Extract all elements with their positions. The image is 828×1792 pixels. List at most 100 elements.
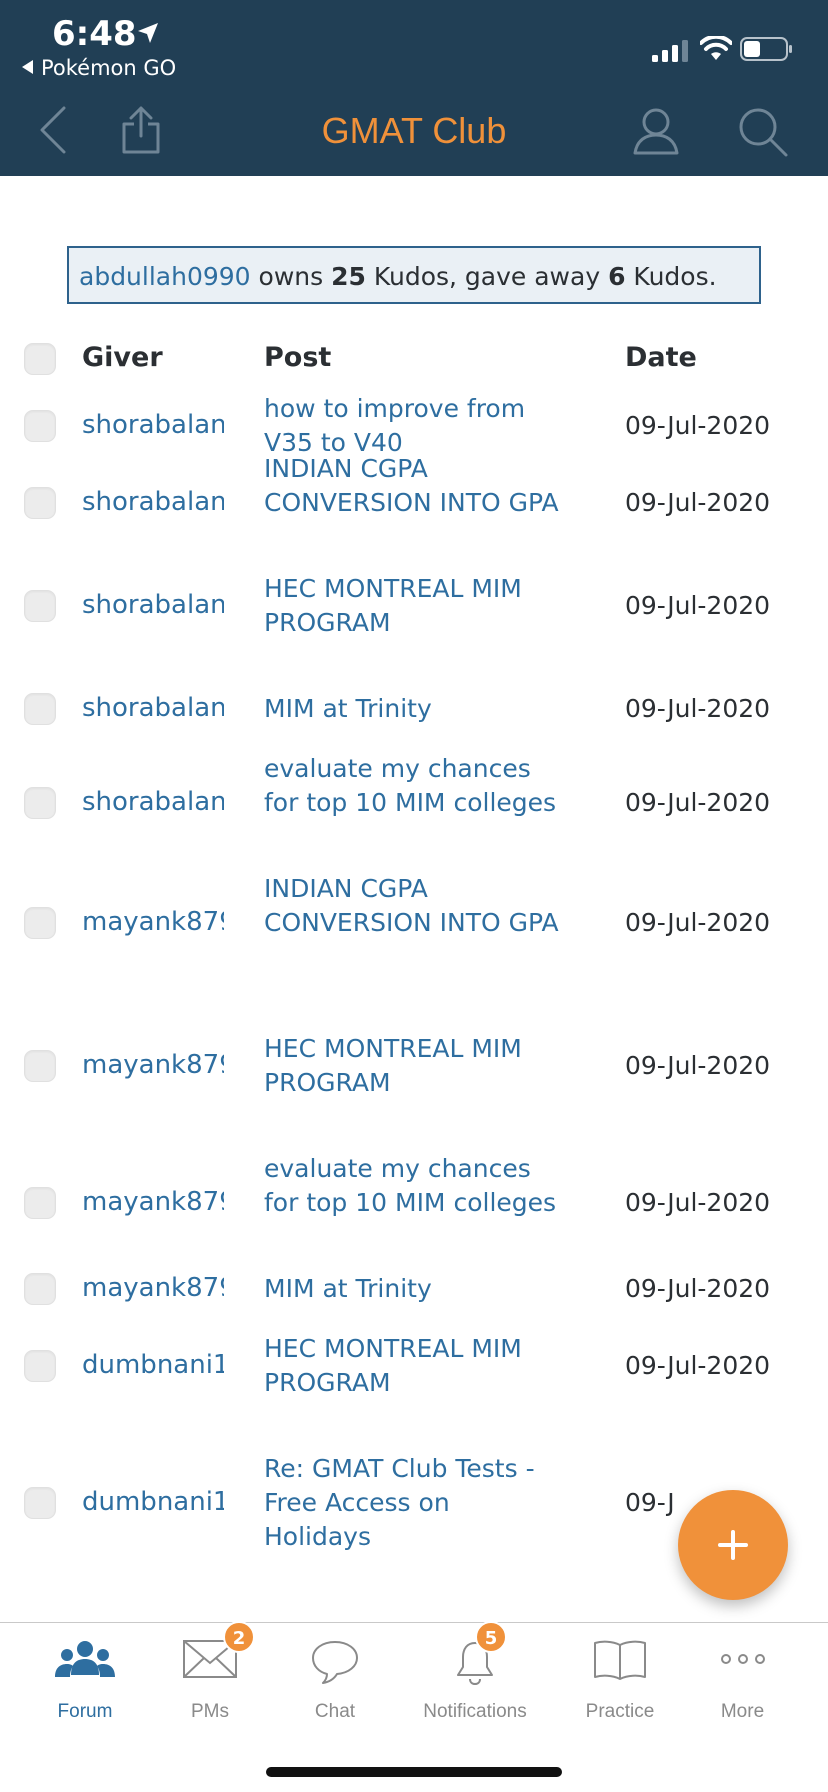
share-icon[interactable] [120,104,162,156]
tab-notifications[interactable]: 5 Notifications [405,1621,545,1743]
table-row[interactable]: shorabalan INDIAN CGPA CONVERSION INTO GP… [0,452,828,554]
tab-practice-label: Practice [585,1701,655,1722]
date-cell: 09-Jul-2020 [625,591,771,620]
tab-more-label: More [720,1701,765,1722]
select-all-checkbox[interactable] [24,343,56,375]
giver-link[interactable]: shorabalan [82,487,224,517]
post-link[interactable]: HEC MONTREAL MIM PROGRAM [264,1032,564,1100]
date-cell: 09-Jul-2020 [625,1051,771,1080]
new-post-button[interactable] [678,1490,788,1600]
row-checkbox[interactable] [24,1350,56,1382]
chat-bubble-icon [312,1641,358,1684]
tab-forum-label: Forum [57,1701,113,1722]
giver-link[interactable]: shorabalan [82,693,224,723]
tab-pms-label: PMs [191,1701,229,1722]
header-giver: Giver [82,342,163,373]
giver-link[interactable]: shorabalan [82,590,224,620]
book-icon [594,1640,646,1680]
notifications-badge: 5 [475,1621,507,1653]
date-cell: 09-Jul-2020 [625,694,771,723]
tab-pms[interactable]: 2 PMs [155,1621,265,1743]
date-cell: 09-Jul-2020 [625,788,771,817]
row-checkbox[interactable] [24,1187,56,1219]
tab-chat-label: Chat [314,1701,356,1722]
tab-more[interactable]: More [690,1623,795,1743]
row-checkbox[interactable] [24,1273,56,1305]
app-header: 6:48 Pokémon GO GMAT Club [0,0,828,176]
post-link[interactable]: evaluate my chances for top 10 MIM colle… [264,752,564,820]
giver-link[interactable]: mayank879 [82,907,224,937]
post-link[interactable]: INDIAN CGPA CONVERSION INTO GPA [264,872,564,940]
kudos-owns-prefix: owns [250,262,332,291]
tab-chat[interactable]: Chat [280,1623,390,1743]
tab-practice[interactable]: Practice [565,1623,675,1743]
post-link[interactable]: how to improve from V35 to V40 [264,392,564,460]
kudos-owns-count: 25 [331,262,366,291]
date-cell: 09-Jul-2020 [625,488,771,517]
post-link[interactable]: HEC MONTREAL MIM PROGRAM [264,1332,564,1400]
pms-badge: 2 [223,1621,255,1653]
profile-icon[interactable] [632,106,680,156]
giver-link[interactable]: mayank879 [82,1050,224,1080]
bottom-tab-bar: Forum 2 PMs Chat 5 Notifications Practic… [0,1621,828,1792]
search-icon[interactable] [736,106,790,158]
date-cell: 09-Jul-2020 [625,1351,771,1380]
battery-icon [740,37,792,61]
kudos-summary: abdullah0990 owns 25 Kudos, gave away 6 … [67,246,761,304]
row-checkbox[interactable] [24,907,56,939]
giver-link[interactable]: mayank879 [82,1187,224,1217]
kudos-username-link[interactable]: abdullah0990 [79,262,251,291]
date-cell: 09-Jul-2020 [625,411,771,440]
row-checkbox[interactable] [24,590,56,622]
date-cell: 09-J [625,1488,675,1517]
kudos-mid-text: Kudos, gave away [365,262,609,291]
tab-forum[interactable]: Forum [30,1623,140,1743]
post-link[interactable]: HEC MONTREAL MIM PROGRAM [264,572,564,640]
post-link[interactable]: INDIAN CGPA CONVERSION INTO GPA [264,452,564,520]
post-link[interactable]: MIM at Trinity [264,1272,564,1306]
row-checkbox[interactable] [24,693,56,725]
forum-people-icon [55,1641,115,1677]
kudos-suffix: Kudos. [625,262,717,291]
header-post: Post [264,342,332,373]
home-indicator [266,1767,562,1777]
table-row[interactable]: shorabalan evaluate my chances for top 10… [0,752,828,854]
row-checkbox[interactable] [24,487,56,519]
table-row[interactable]: mayank879 HEC MONTREAL MIM PROGRAM 09-Jul-… [0,1032,828,1100]
giver-link[interactable]: mayank879 [82,1273,224,1303]
table-row[interactable]: shorabalan how to improve from V35 to V40… [0,392,828,460]
tab-notifications-label: Notifications [423,1701,527,1722]
date-cell: 09-Jul-2020 [625,1274,771,1303]
table-row[interactable]: mayank879 INDIAN CGPA CONVERSION INTO GPA… [0,872,828,974]
giver-link[interactable]: shorabalan [82,410,224,440]
back-to-app-link[interactable]: Pokémon GO [22,56,176,80]
cellular-signal-icon [652,40,688,62]
plus-icon [718,1530,748,1560]
row-checkbox[interactable] [24,1050,56,1082]
post-link[interactable]: evaluate my chances for top 10 MIM colle… [264,1152,564,1220]
date-cell: 09-Jul-2020 [625,908,771,937]
table-row[interactable]: mayank879 evaluate my chances for top 10 … [0,1152,828,1254]
post-link[interactable]: Re: GMAT Club Tests - Free Access on Hol… [264,1452,564,1554]
row-checkbox[interactable] [24,787,56,819]
table-header: Giver Post Date [0,326,828,392]
giver-link[interactable]: shorabalan [82,787,224,817]
row-checkbox[interactable] [24,410,56,442]
location-arrow-icon [138,23,158,43]
row-checkbox[interactable] [24,1487,56,1519]
table-row[interactable]: dumbnani1 HEC MONTREAL MIM PROGRAM 09-Jul-… [0,1332,828,1400]
table-row[interactable]: mayank879 MIM at Trinity 09-Jul-2020 [0,1272,828,1306]
giver-link[interactable]: dumbnani1 [82,1487,224,1517]
status-time: 6:48 [52,14,137,54]
post-link[interactable]: MIM at Trinity [264,692,564,726]
back-chevron-icon[interactable] [36,104,70,156]
date-cell: 09-Jul-2020 [625,1188,771,1217]
header-date: Date [625,342,697,373]
giver-link[interactable]: dumbnani1 [82,1350,224,1380]
back-app-label: Pokémon GO [41,56,177,80]
back-triangle-icon [22,60,33,74]
table-row[interactable]: shorabalan MIM at Trinity 09-Jul-2020 [0,692,828,726]
table-row[interactable]: shorabalan HEC MONTREAL MIM PROGRAM 09-Jul… [0,572,828,640]
kudos-gave-count: 6 [608,262,626,291]
more-dots-icon [720,1654,765,1664]
